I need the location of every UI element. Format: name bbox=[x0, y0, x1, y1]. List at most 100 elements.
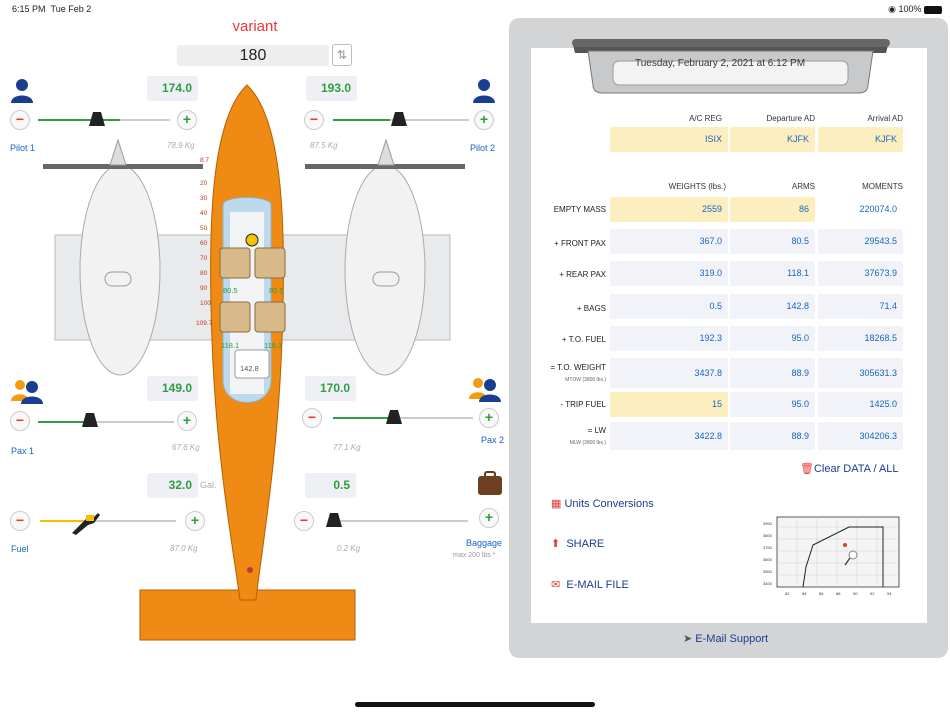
empty-mass-weight[interactable]: 2559 bbox=[610, 197, 728, 222]
fuel-slider[interactable] bbox=[40, 520, 176, 522]
row-label: EMPTY MASS bbox=[553, 205, 606, 214]
variant-field[interactable]: 180 bbox=[177, 45, 329, 66]
envelope-x-tick: 84 bbox=[802, 591, 807, 596]
pilot2-minus-button[interactable]: − bbox=[304, 110, 324, 130]
to-fuel-moment: 18268.5 bbox=[818, 326, 903, 351]
baggage-plus-button[interactable]: + bbox=[479, 508, 499, 528]
envelope-x-tick: 88 bbox=[836, 591, 841, 596]
empty-mass-moment: 220074.0 bbox=[859, 204, 897, 214]
status-bar: 6:15 PM Tue Feb 2 ◉ 100% bbox=[0, 0, 950, 18]
rear-pax-arm: 118.1 bbox=[730, 261, 815, 286]
to-fuel-weight: 192.3 bbox=[610, 326, 728, 351]
trip-fuel-weight[interactable]: 15 bbox=[610, 392, 728, 417]
pax2-plus-button[interactable]: + bbox=[479, 408, 499, 428]
baggage-kg: 0.2 Kg bbox=[337, 544, 361, 553]
envelope-y-tick: 3400 bbox=[763, 581, 773, 586]
envelope-x-tick: 90 bbox=[853, 591, 858, 596]
pax1-minus-button[interactable]: − bbox=[10, 411, 30, 431]
arrival-field[interactable]: KJFK bbox=[818, 127, 903, 152]
seat-rear-right-arm: 118.1 bbox=[264, 341, 282, 350]
pax2-slider[interactable] bbox=[333, 417, 473, 419]
pilot1-label: Pilot 1 bbox=[10, 143, 36, 153]
envelope-icon: ✉ bbox=[551, 579, 561, 591]
pilot2-kg: 87.5 Kg bbox=[310, 141, 338, 150]
units-conversions-button[interactable]: ▦ Units Conversions bbox=[551, 497, 654, 510]
pax2-people-icon bbox=[469, 378, 501, 402]
share-icon: ⬆ bbox=[551, 538, 561, 550]
pax1-kg: 67.6 Kg bbox=[172, 443, 200, 452]
pax2-minus-button[interactable]: − bbox=[302, 408, 322, 428]
fuel-unit: Gal. bbox=[200, 480, 217, 490]
empty-mass-arm[interactable]: 86 bbox=[730, 197, 815, 222]
envelope-y-tick: 3600 bbox=[763, 557, 773, 562]
cg-envelope-chart[interactable]: 3900 3800 3700 3600 3500 3400 82 84 86 8… bbox=[763, 515, 903, 599]
departure-header: Departure AD bbox=[766, 114, 815, 123]
email-file-button[interactable]: ✉ E-MAIL FILE bbox=[551, 578, 629, 591]
arrival-header: Arrival AD bbox=[867, 114, 903, 123]
bags-moment: 71.4 bbox=[818, 294, 903, 319]
bag-arm: 142.8 bbox=[240, 364, 259, 373]
lw-arm: 88.9 bbox=[730, 422, 815, 450]
departure-field[interactable]: KJFK bbox=[730, 127, 815, 152]
airplane-diagram: 8.7 20 30 40 50 60 70 80 90 100 109.7 80… bbox=[43, 84, 465, 641]
fuel-minus-button[interactable]: − bbox=[10, 511, 30, 531]
pilot2-label: Pilot 2 bbox=[470, 143, 496, 153]
fuel-value[interactable]: 32.0 bbox=[147, 473, 198, 498]
arm-tick: 90 bbox=[200, 285, 208, 292]
row-label: = LW bbox=[587, 426, 606, 435]
fuel-nozzle-icon[interactable] bbox=[68, 507, 102, 537]
reg-field[interactable]: ISIX bbox=[610, 127, 728, 152]
lw-weight: 3422.8 bbox=[610, 422, 728, 450]
baggage-value[interactable]: 0.5 bbox=[305, 473, 356, 498]
pilot2-person-icon bbox=[473, 79, 495, 103]
clear-data-button[interactable]: 🗑Clear DATA / ALL bbox=[800, 462, 899, 475]
row-label: = T.O. WEIGHT bbox=[550, 363, 606, 372]
envelope-y-tick: 3800 bbox=[763, 533, 773, 538]
fuel-plus-button[interactable]: + bbox=[185, 511, 205, 531]
pax2-kg: 77.1 Kg bbox=[333, 443, 361, 452]
pax1-value[interactable]: 149.0 bbox=[147, 376, 198, 401]
rear-pax-moment: 37673.9 bbox=[818, 261, 903, 286]
pilot1-kg: 78.9 Kg bbox=[167, 141, 195, 150]
envelope-x-tick: 86 bbox=[819, 591, 824, 596]
reg-header: A/C REG bbox=[689, 114, 722, 123]
pax2-value[interactable]: 170.0 bbox=[305, 376, 356, 401]
pax1-plus-button[interactable]: + bbox=[177, 411, 197, 431]
bags-weight: 0.5 bbox=[610, 294, 728, 319]
grid-icon: ▦ bbox=[551, 498, 562, 510]
paper-plane-icon: ➤ bbox=[683, 633, 693, 645]
swap-icon[interactable]: ⇅ bbox=[332, 44, 352, 66]
mtow-note: MTOW (3800 lbs.) bbox=[565, 377, 606, 383]
baggage-label: Baggage bbox=[466, 538, 503, 548]
row-label: - TRIP FUEL bbox=[560, 400, 607, 409]
row-label: + BAGS bbox=[576, 304, 606, 313]
pilot1-slider-fill bbox=[38, 119, 120, 121]
arm-tick: 20 bbox=[200, 180, 208, 187]
pilot2-plus-button[interactable]: + bbox=[474, 110, 494, 130]
pilot1-plus-button[interactable]: + bbox=[177, 110, 197, 130]
pilot2-value[interactable]: 193.0 bbox=[306, 76, 357, 101]
baggage-slider[interactable] bbox=[338, 520, 468, 522]
pilot1-value[interactable]: 174.0 bbox=[147, 76, 198, 101]
share-button[interactable]: ⬆ SHARE bbox=[551, 537, 604, 550]
email-support-button[interactable]: ➤ E-Mail Support bbox=[683, 632, 768, 645]
home-indicator[interactable] bbox=[355, 702, 595, 707]
baggage-max: max 200 lbs * bbox=[453, 552, 496, 559]
pax1-slider[interactable] bbox=[38, 421, 174, 423]
arm-tick: 80 bbox=[200, 270, 208, 277]
front-pax-moment: 29543.5 bbox=[818, 229, 903, 254]
pilot1-minus-button[interactable]: − bbox=[10, 110, 30, 130]
weights-header: WEIGHTS (lbs.) bbox=[668, 182, 726, 191]
trash-icon: 🗑 bbox=[800, 463, 814, 475]
to-weight-moment: 305631.3 bbox=[818, 358, 903, 388]
arm-tick: 70 bbox=[200, 255, 208, 262]
seat-rear-left-arm: 118.1 bbox=[221, 341, 239, 350]
pilot1-person-icon bbox=[11, 79, 33, 103]
pilot1-slider[interactable] bbox=[38, 119, 170, 121]
envelope-y-tick: 3500 bbox=[763, 569, 773, 574]
arms-header: ARMS bbox=[791, 182, 815, 191]
sheet-date: Tuesday, February 2, 2021 at 6:12 PM bbox=[634, 58, 806, 69]
baggage-minus-button[interactable]: − bbox=[294, 511, 314, 531]
to-weight-weight: 3437.8 bbox=[610, 358, 728, 388]
pax2-label: Pax 2 bbox=[481, 435, 505, 445]
